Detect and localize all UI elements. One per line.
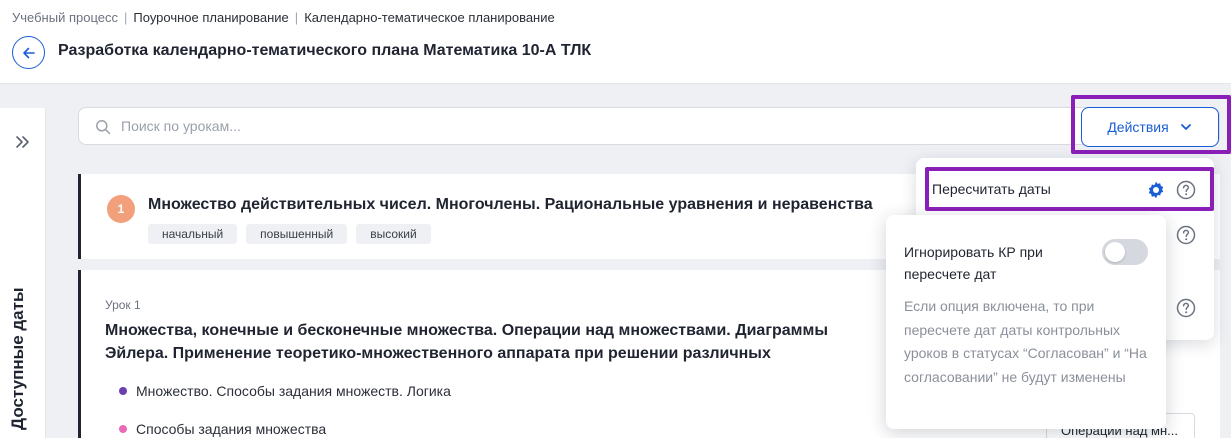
page-title: Разработка календарно-тематического план…: [58, 42, 592, 59]
breadcrumb-item-calendar-planning[interactable]: Календарно-тематическое планирование: [304, 10, 555, 25]
level-tag: повышенный: [246, 224, 348, 244]
help-icon[interactable]: [1176, 298, 1196, 318]
breadcrumb-item-learning[interactable]: Учебный процесс: [12, 10, 118, 25]
lesson-title: Множества, конечные и бесконечные множес…: [105, 322, 828, 362]
lesson-number: Урок 1: [105, 298, 141, 312]
actions-button-label: Действия: [1107, 119, 1169, 135]
toggle-knob: [1105, 242, 1125, 262]
back-button[interactable]: [12, 36, 45, 69]
page-header: Учебный процесс | Поурочное планирование…: [0, 0, 1231, 84]
help-icon[interactable]: [1176, 225, 1196, 245]
menu-item-recalculate-dates[interactable]: Пересчитать даты: [932, 172, 1208, 206]
topic-color-dot: [119, 387, 127, 395]
topic-item[interactable]: Множество. Способы задания множеств. Лог…: [119, 383, 451, 399]
search-input[interactable]: [121, 109, 1021, 143]
actions-button[interactable]: Действия: [1081, 107, 1219, 147]
module-levels: начальный повышенный высокий: [148, 224, 431, 244]
topic-color-dot: [119, 425, 127, 433]
recalculate-settings-popover: Игнорировать КР при пересчете дат Если о…: [886, 215, 1166, 429]
available-dates-panel: Доступные даты: [0, 108, 46, 438]
ignore-tests-toggle[interactable]: [1102, 239, 1148, 265]
topic-item[interactable]: Способы задания множества: [119, 421, 326, 437]
breadcrumb-separator: |: [124, 10, 128, 25]
ignore-tests-option-label: Игнорировать КР при пересчете дат: [904, 244, 1043, 282]
level-tag: высокий: [356, 224, 431, 244]
expand-panel-icon[interactable]: [13, 132, 33, 152]
search-icon: [96, 120, 111, 135]
module-title: Множество действительных чисел. Многочле…: [148, 196, 873, 213]
breadcrumb: Учебный процесс | Поурочное планирование…: [12, 10, 555, 25]
chevron-down-icon: [1180, 124, 1191, 130]
module-number-badge: 1: [107, 195, 135, 223]
search-box: [78, 107, 1220, 145]
breadcrumb-item-lesson-planning[interactable]: Поурочное планирование: [133, 10, 288, 25]
option-description: Если опция включена, то при пересчете да…: [904, 298, 1147, 385]
gear-icon[interactable]: [1146, 180, 1166, 200]
menu-item-label: Пересчитать даты: [932, 181, 1051, 197]
breadcrumb-separator: |: [294, 10, 299, 25]
arrow-left-icon: [22, 47, 35, 58]
topic-text: Множество. Способы задания множеств. Лог…: [136, 383, 451, 399]
panel-title: Доступные даты: [8, 287, 27, 430]
level-tag: начальный: [148, 224, 238, 244]
help-icon[interactable]: [1176, 180, 1196, 200]
topic-text: Способы задания множества: [136, 421, 327, 437]
